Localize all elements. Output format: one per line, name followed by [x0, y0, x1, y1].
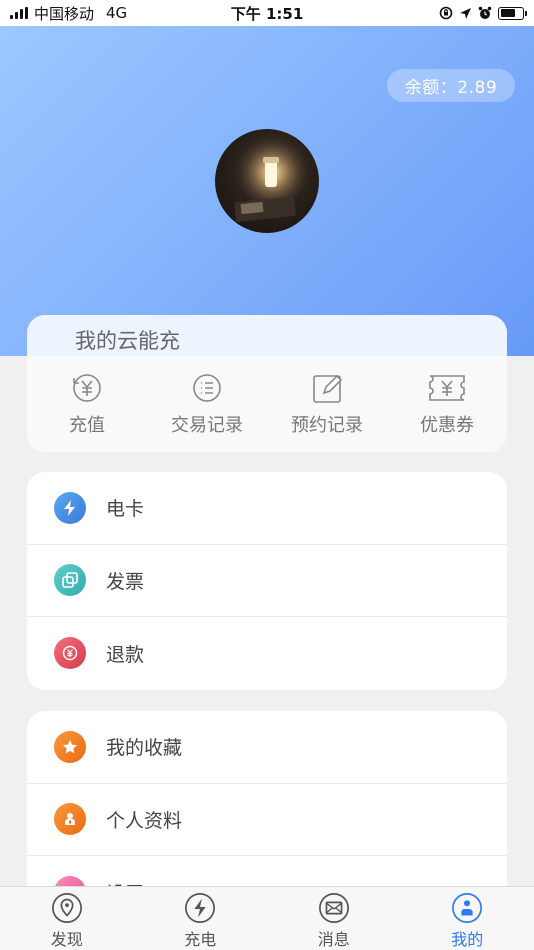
coupon-label: 优惠券: [420, 415, 474, 436]
location-arrow-icon: [460, 7, 471, 19]
tab-label: 充电: [184, 930, 217, 949]
menu-item-label: 个人资料: [106, 809, 183, 832]
charge-bolt-icon: [185, 893, 216, 923]
me-profile-icon: [452, 893, 483, 923]
menu-item-label: 电卡: [106, 498, 145, 521]
my-services-card: 我的云能充 充值 交易记录 预约记录 优惠券: [27, 315, 507, 452]
tab-discover[interactable]: 发现: [0, 887, 134, 950]
reservation-records-button[interactable]: 预约记录: [267, 371, 387, 437]
rotation-lock-icon: [439, 6, 453, 20]
tab-me[interactable]: 我的: [401, 887, 534, 950]
recharge-button[interactable]: 充值: [27, 371, 147, 437]
status-right: [439, 6, 527, 20]
carrier-name: 中国移动: [34, 4, 95, 23]
menu-item-electric-card[interactable]: 电卡: [27, 472, 507, 545]
menu-group-account: 我的收藏 个人资料 设置: [27, 711, 507, 911]
tab-charge[interactable]: 充电: [134, 887, 268, 950]
tab-label: 消息: [317, 930, 350, 949]
recharge-yen-icon: [73, 374, 101, 402]
avatar[interactable]: [215, 129, 319, 233]
menu-item-profile[interactable]: 个人资料: [27, 784, 507, 856]
menu-item-favorites[interactable]: 我的收藏: [27, 711, 507, 784]
lightning-card-icon: [54, 491, 86, 524]
coupon-icon: [429, 375, 465, 401]
status-left: 中国移动 4G: [10, 3, 439, 24]
star-icon: [54, 730, 86, 763]
invoice-icon: [54, 564, 86, 597]
reservation-records-icon: [313, 374, 343, 403]
profile-header: 余额：2.89: [0, 26, 534, 356]
tab-label: 我的: [451, 930, 484, 949]
menu-group-cards: 电卡 发票 退款: [27, 472, 507, 690]
menu-item-invoice[interactable]: 发票: [27, 545, 507, 617]
bottom-tab-bar: 发现 充电 消息 我的: [0, 886, 534, 950]
tab-messages[interactable]: 消息: [267, 887, 401, 950]
menu-item-label: 发票: [106, 570, 145, 593]
message-mail-icon: [318, 893, 349, 923]
alarm-icon: [478, 6, 492, 19]
recharge-label: 充值: [69, 415, 105, 436]
battery-icon: [498, 6, 527, 20]
balance-badge[interactable]: 余额：2.89: [387, 69, 515, 102]
transaction-records-button[interactable]: 交易记录: [147, 371, 267, 437]
menu-item-label: 退款: [106, 643, 145, 666]
reservation-records-label: 预约记录: [291, 415, 363, 436]
avatar-photo: [215, 129, 319, 233]
profile-icon: [54, 803, 86, 836]
transaction-records-label: 交易记录: [171, 415, 243, 436]
status-bar: 中国移动 4G 下午 1:51: [0, 0, 534, 26]
location-pin-icon: [51, 893, 82, 923]
network-type: 4G: [106, 4, 128, 22]
menu-item-label: 我的收藏: [106, 737, 183, 760]
signal-icon: [10, 7, 28, 19]
menu-item-refund[interactable]: 退款: [27, 617, 507, 690]
tab-label: 发现: [50, 930, 83, 949]
refund-icon: [54, 637, 86, 670]
card-title: 我的云能充: [75, 329, 180, 353]
transaction-records-icon: [193, 374, 221, 402]
quick-actions: 充值 交易记录 预约记录 优惠券: [27, 371, 507, 437]
coupon-button[interactable]: 优惠券: [387, 371, 507, 437]
